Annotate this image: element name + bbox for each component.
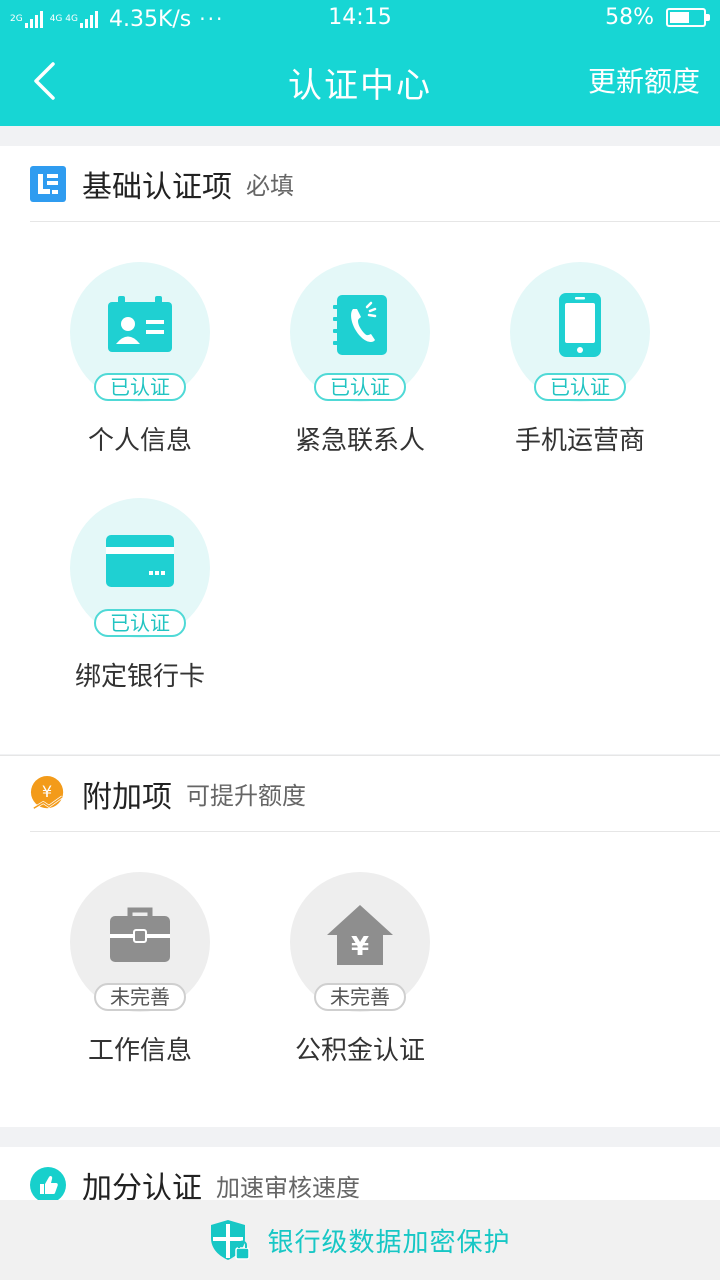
extra-auth-title: 附加项 xyxy=(82,779,172,815)
mobile-phone-icon xyxy=(559,293,601,357)
auth-item-bank-card[interactable]: 已认证 绑定银行卡 xyxy=(50,498,230,698)
security-banner-text: 银行级数据加密保护 xyxy=(267,1227,511,1258)
auth-item-label: 绑定银行卡 xyxy=(74,662,205,692)
thumbs-up-icon xyxy=(30,1167,66,1203)
briefcase-icon xyxy=(110,907,170,962)
shield-lock-icon xyxy=(211,1220,251,1260)
auth-item-label: 工作信息 xyxy=(87,1036,192,1066)
extra-auth-section: ¥ 附加项 可提升额度 未完善 工作信息 ¥ 未完善 公积金认证 xyxy=(0,755,720,1127)
basic-auth-header: 基础认证项 必填 xyxy=(30,146,720,222)
extra-auth-subtitle: 可提升额度 xyxy=(186,782,306,810)
status-badge: 已认证 xyxy=(94,609,186,637)
status-badge: 已认证 xyxy=(94,373,186,401)
status-badge: 已认证 xyxy=(534,373,626,401)
list-icon xyxy=(30,165,66,202)
top-bar: 2G 4G 4G 4.35K/s ··· 14:15 58% 认证中心 更新额度 xyxy=(0,0,720,126)
auth-item-mobile-carrier[interactable]: 已认证 手机运营商 xyxy=(490,262,670,462)
bonus-auth-subtitle: 加速审核速度 xyxy=(216,1173,360,1202)
title-bar: 认证中心 更新额度 xyxy=(0,38,720,126)
bonus-auth-section: 加分认证 加速审核速度 xyxy=(0,1147,720,1207)
auth-item-label: 紧急联系人 xyxy=(294,426,425,456)
contact-book-icon xyxy=(333,295,387,355)
auth-item-emergency-contact[interactable]: 已认证 紧急联系人 xyxy=(270,262,450,462)
auth-item-label: 公积金认证 xyxy=(294,1036,425,1066)
svg-text:¥: ¥ xyxy=(351,932,369,962)
bank-card-icon xyxy=(106,535,174,587)
battery-icon xyxy=(666,8,710,27)
auth-center-page: 2G 4G 4G 4.35K/s ··· 14:15 58% 认证中心 更新额度 xyxy=(0,0,720,1280)
auth-item-label: 手机运营商 xyxy=(514,426,645,456)
update-limit-button[interactable]: 更新额度 xyxy=(588,60,700,100)
auth-item-housing-fund[interactable]: ¥ 未完善 公积金认证 xyxy=(270,872,450,1072)
status-badge: 已认证 xyxy=(314,373,406,401)
battery-percent: 58% xyxy=(605,5,654,30)
status-right: 58% xyxy=(605,5,710,30)
basic-auth-section: 基础认证项 必填 已认证 个人信息 已认证 紧急联系人 已认证 手机运营商 已认… xyxy=(0,146,720,754)
svg-text:¥: ¥ xyxy=(42,781,52,800)
status-badge: 未完善 xyxy=(94,983,186,1011)
status-bar: 2G 4G 4G 4.35K/s ··· 14:15 58% xyxy=(0,0,720,38)
housing-fund-icon: ¥ xyxy=(327,905,393,965)
security-banner: 银行级数据加密保护 xyxy=(0,1200,720,1280)
auth-item-label: 个人信息 xyxy=(87,426,192,456)
extra-auth-header: ¥ 附加项 可提升额度 xyxy=(30,756,720,832)
yuan-trend-icon: ¥ xyxy=(30,775,66,812)
id-card-icon xyxy=(108,296,172,352)
auth-item-work-info[interactable]: 未完善 工作信息 xyxy=(50,872,230,1072)
status-badge: 未完善 xyxy=(314,983,406,1011)
auth-item-personal-info[interactable]: 已认证 个人信息 xyxy=(50,262,230,462)
basic-auth-title: 基础认证项 xyxy=(82,169,232,205)
basic-auth-subtitle: 必填 xyxy=(246,172,294,200)
